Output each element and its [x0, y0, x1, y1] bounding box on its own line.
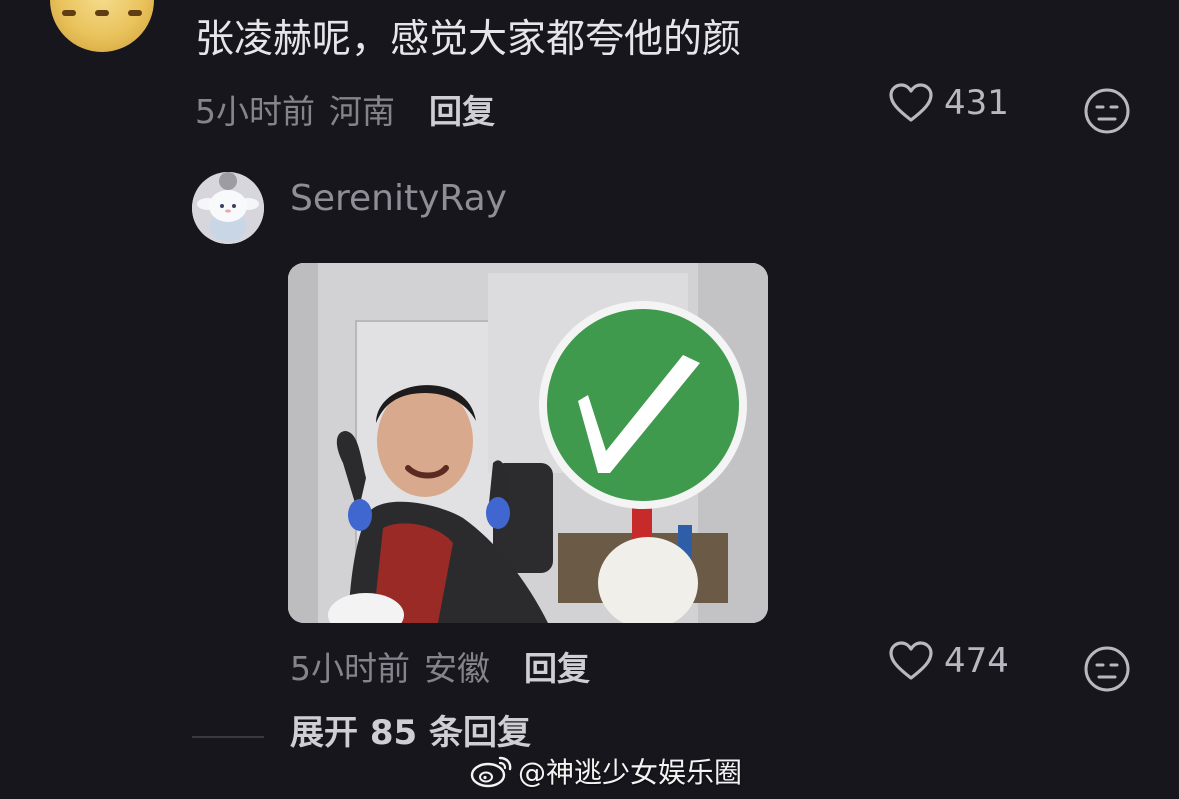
reply-like-button[interactable]: 474 — [888, 640, 1009, 682]
like-button[interactable]: 431 — [888, 82, 1009, 124]
reply-time: 5小时前 — [290, 649, 410, 688]
thread-divider — [192, 736, 264, 738]
neutral-face-icon[interactable] — [1083, 87, 1131, 135]
heart-outline-icon — [889, 641, 933, 680]
avatar[interactable] — [50, 0, 154, 52]
reply-region: 安徽 — [424, 649, 490, 688]
reply-like-count: 474 — [944, 641, 1009, 681]
expand-replies-button[interactable]: 展开 85 条回复 — [290, 705, 531, 754]
watermark-text: @神逃少女娱乐圈 — [518, 756, 743, 789]
reply-image[interactable] — [288, 263, 768, 623]
reply-avatar[interactable] — [192, 172, 264, 244]
neutral-face-icon[interactable] — [1083, 645, 1131, 693]
weibo-logo-icon — [470, 756, 512, 788]
comment-thread: 张凌赫呢，感觉大家都夸他的颜 5小时前 河南 回复 431 SerenityRa… — [0, 0, 1179, 799]
reply-username[interactable]: SerenityRay — [290, 178, 507, 219]
comment-meta: 5小时前 河南 回复 — [195, 84, 495, 134]
heart-outline-icon — [889, 83, 933, 122]
comment-time: 5小时前 — [195, 92, 315, 131]
reply-button[interactable]: 回复 — [524, 642, 590, 690]
like-count: 431 — [944, 83, 1009, 123]
watermark: @神逃少女娱乐圈 — [470, 750, 742, 792]
comment-region: 河南 — [329, 92, 395, 131]
reply-meta: 5小时前 安徽 回复 — [290, 641, 590, 691]
reply-button[interactable]: 回复 — [429, 85, 495, 133]
comment-text: 张凌赫呢，感觉大家都夸他的颜 — [195, 17, 742, 62]
